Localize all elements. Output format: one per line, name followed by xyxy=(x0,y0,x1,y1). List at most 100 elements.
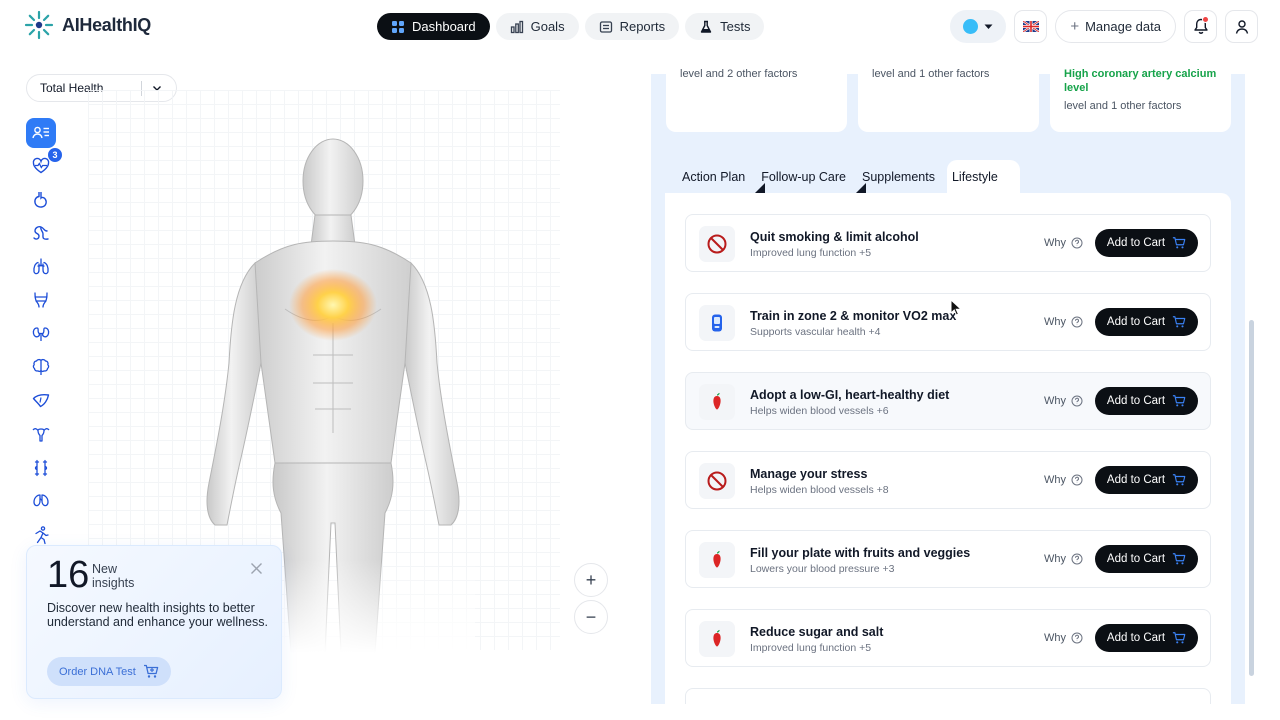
factor-card-highlight: High coronary artery calcium level xyxy=(1064,68,1217,94)
why-label: Why xyxy=(1044,553,1066,565)
add-to-cart-button[interactable]: Add to Cart xyxy=(1095,545,1198,573)
language-button[interactable] xyxy=(1014,10,1048,43)
add-to-cart-button[interactable]: Add to Cart xyxy=(1095,229,1198,257)
recommendation-item[interactable]: Train in zone 2 & monitor VO2 max Suppor… xyxy=(685,293,1211,351)
insights-description: Discover new health insights to better u… xyxy=(47,601,268,629)
nav-tab-dashboard[interactable]: Dashboard xyxy=(377,13,490,40)
no-sign-icon xyxy=(707,471,727,491)
item-subtitle: Improved lung function +5 xyxy=(750,247,872,259)
logo[interactable]: AIHealthIQ xyxy=(24,10,151,40)
insights-count: 16 xyxy=(47,554,90,596)
add-to-cart-button[interactable]: Add to Cart xyxy=(1095,466,1198,494)
organ-item-heart[interactable]: 3 xyxy=(26,146,63,182)
organ-icon-list: 3 xyxy=(26,118,63,550)
organ-item-uterus[interactable] xyxy=(26,420,56,450)
nav-tab-tests[interactable]: Tests xyxy=(685,13,765,40)
recommendation-item[interactable]: Quit smoking & limit alcohol Improved lu… xyxy=(685,214,1211,272)
tab-supplements[interactable]: Supplements xyxy=(858,160,947,193)
nav-tab-reports[interactable]: Reports xyxy=(584,13,680,40)
joints-icon xyxy=(34,459,48,476)
notifications-button[interactable] xyxy=(1184,10,1217,43)
item-title: Quit smoking & limit alcohol xyxy=(750,230,919,244)
why-label: Why xyxy=(1044,316,1066,328)
nav-tab-goals[interactable]: Goals xyxy=(495,13,579,40)
notification-dot xyxy=(1202,16,1209,23)
tab-follow-up-care[interactable]: Follow-up Care xyxy=(757,160,866,193)
why-label: Why xyxy=(1044,474,1066,486)
liver-icon xyxy=(32,393,50,407)
add-to-cart-button[interactable]: Add to Cart xyxy=(1095,308,1198,336)
profile-button[interactable] xyxy=(1225,10,1258,43)
organ-item-profile[interactable] xyxy=(26,118,56,148)
help-circle-icon xyxy=(1071,316,1083,328)
organ-item-liver[interactable] xyxy=(26,386,56,416)
heart-badge: 3 xyxy=(47,146,63,163)
why-link[interactable]: Why xyxy=(1044,316,1083,328)
why-link[interactable]: Why xyxy=(1044,553,1083,565)
why-link[interactable]: Why xyxy=(1044,395,1083,407)
uk-flag-icon xyxy=(1022,21,1039,32)
factor-card-2[interactable]: level and 1 other factors xyxy=(858,68,1039,132)
recommendation-item-partial[interactable] xyxy=(685,688,1211,704)
factor-card-text: level and 2 other factors xyxy=(680,68,798,80)
organ-item-brain[interactable] xyxy=(26,353,56,383)
manage-data-label: Manage data xyxy=(1085,19,1161,34)
flask-icon xyxy=(700,20,712,33)
cart-icon xyxy=(1172,395,1186,407)
close-icon[interactable] xyxy=(250,562,263,575)
tab-lifestyle[interactable]: Lifestyle xyxy=(946,160,1020,193)
factor-card-3[interactable]: High coronary artery calcium level level… xyxy=(1050,68,1231,132)
bar-chart-icon xyxy=(510,20,523,33)
runner-icon xyxy=(35,525,49,544)
why-link[interactable]: Why xyxy=(1044,632,1083,644)
pepper-icon xyxy=(713,550,721,568)
item-subtitle: Lowers your blood pressure +3 xyxy=(750,563,895,575)
add-to-cart-button[interactable]: Add to Cart xyxy=(1095,387,1198,415)
recommendation-item[interactable]: Reduce sugar and salt Improved lung func… xyxy=(685,609,1211,667)
organ-item-lung[interactable] xyxy=(26,487,56,517)
why-link[interactable]: Why xyxy=(1044,237,1083,249)
organ-item-kidneys[interactable] xyxy=(26,319,56,349)
factor-card-text: level and 1 other factors xyxy=(872,68,990,80)
theme-selector[interactable] xyxy=(950,10,1007,43)
panel-scrollbar[interactable] xyxy=(1249,320,1254,676)
factor-card-1[interactable]: level and 2 other factors xyxy=(666,68,847,132)
item-icon-box xyxy=(699,621,735,657)
recommendation-item[interactable]: Adopt a low-GI, heart-healthy diet Helps… xyxy=(685,372,1211,430)
item-title: Adopt a low-GI, heart-healthy diet xyxy=(750,388,950,402)
organ-item-joints[interactable] xyxy=(26,453,56,483)
cta-label: Add to Cart xyxy=(1106,474,1166,486)
help-circle-icon xyxy=(1071,395,1083,407)
cart-icon xyxy=(1172,553,1186,565)
organ-item-stomach[interactable] xyxy=(26,185,56,215)
order-dna-test-button[interactable]: Order DNA Test xyxy=(47,657,171,686)
add-to-cart-button[interactable]: Add to Cart xyxy=(1095,624,1198,652)
bladder-icon xyxy=(34,292,48,308)
zoom-in-button[interactable]: + xyxy=(574,563,608,597)
item-title: Reduce sugar and salt xyxy=(750,625,884,639)
user-icon xyxy=(1235,19,1248,34)
cta-label: Add to Cart xyxy=(1106,632,1166,644)
recommendation-list: Quit smoking & limit alcohol Improved lu… xyxy=(665,193,1231,704)
order-dna-label: Order DNA Test xyxy=(59,665,136,678)
pepper-icon xyxy=(713,629,721,647)
minus-icon: − xyxy=(585,606,597,627)
nav-tab-label: Tests xyxy=(720,19,751,34)
recommendation-tabs: Action Plan Follow-up Care Supplements L… xyxy=(665,160,1231,193)
recommendation-item[interactable]: Manage your stress Helps widen blood ves… xyxy=(685,451,1211,509)
nav-tab-label: Dashboard xyxy=(412,19,476,34)
zoom-out-button[interactable]: − xyxy=(574,600,608,634)
profile-list-icon xyxy=(32,126,49,138)
item-subtitle: Helps widen blood vessels +8 xyxy=(750,484,889,496)
cart-icon xyxy=(1172,316,1186,328)
organ-item-intestine[interactable] xyxy=(26,219,56,249)
why-link[interactable]: Why xyxy=(1044,474,1083,486)
organ-item-lungs[interactable] xyxy=(26,252,56,282)
tab-action-plan[interactable]: Action Plan xyxy=(665,160,766,193)
manage-data-button[interactable]: + Manage data xyxy=(1055,10,1176,43)
item-icon-box xyxy=(699,542,735,578)
tab-label: Supplements xyxy=(862,169,935,184)
organ-item-bladder[interactable] xyxy=(26,286,56,316)
item-subtitle: Helps widen blood vessels +6 xyxy=(750,405,889,417)
recommendation-item[interactable]: Fill your plate with fruits and veggies … xyxy=(685,530,1211,588)
